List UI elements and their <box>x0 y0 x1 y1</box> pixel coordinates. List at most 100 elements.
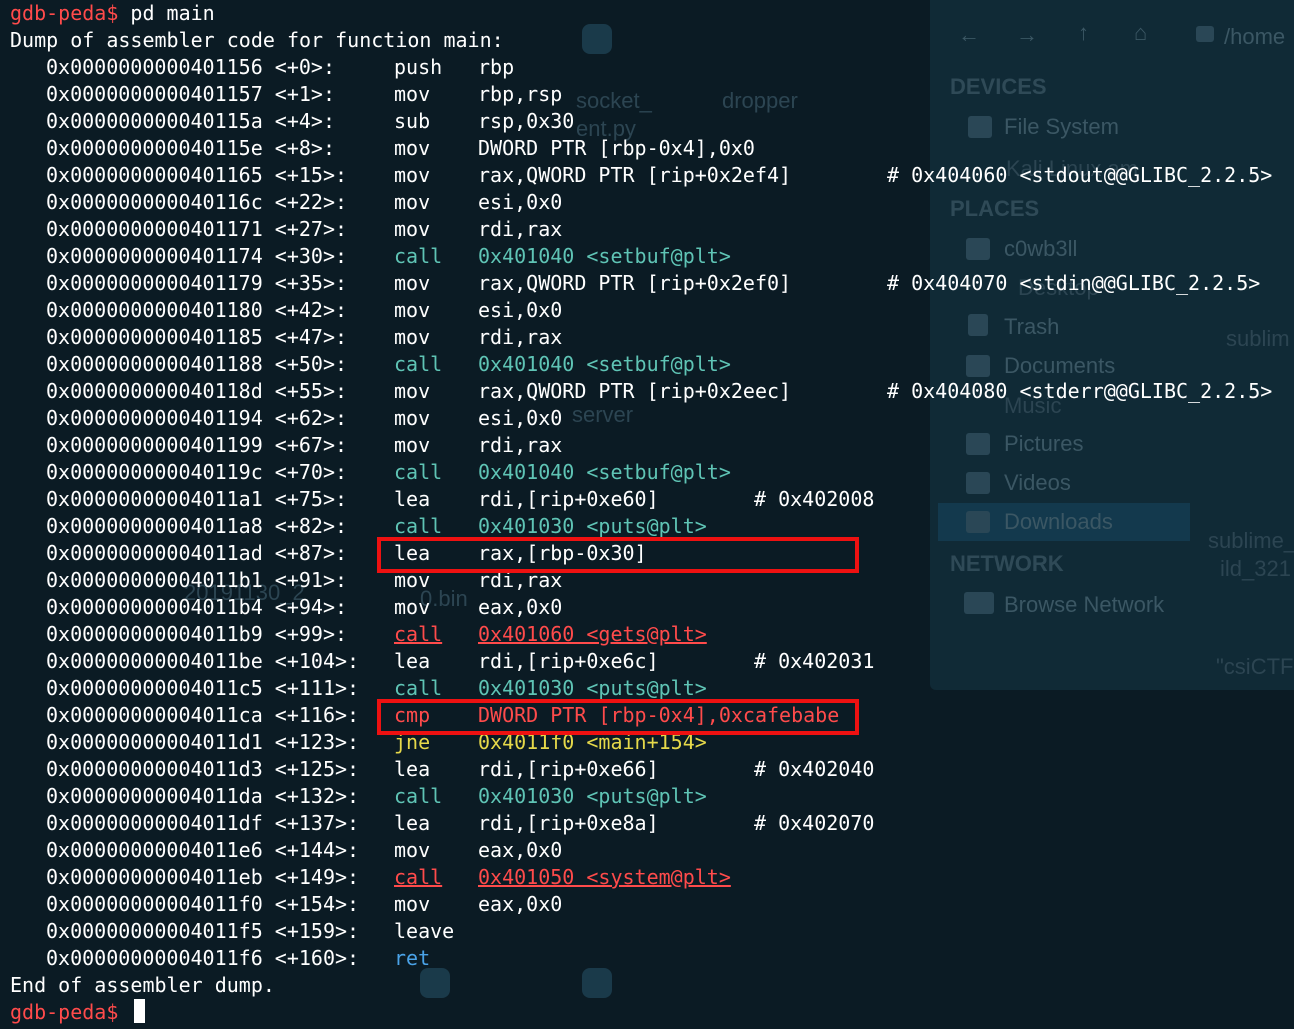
instruction-address: 0x0000000000401157 <+1>: <box>46 82 335 106</box>
instruction-opcode: push <box>394 55 443 79</box>
instruction-address: 0x0000000000401171 <+27>: <box>46 217 348 241</box>
instruction-address: 0x0000000000401194 <+62>: <box>46 406 348 430</box>
instruction-operands: rdi,[rip+0xe60] <box>478 487 659 511</box>
instruction-address: 0x000000000040116c <+22>: <box>46 190 348 214</box>
instruction-opcode: mov <box>394 433 431 457</box>
instruction-operands: rdi,rax <box>478 433 563 457</box>
instruction-address: 0x00000000004011c5 <+111>: <box>46 676 360 700</box>
instruction-address: 0x00000000004011f0 <+154>: <box>46 892 360 916</box>
instruction-opcode: call <box>394 622 443 646</box>
instruction-opcode: call <box>394 244 443 268</box>
instruction-comment: # 0x402040 <box>754 757 875 781</box>
command-line: gdb-peda$ pd main <box>10 0 215 27</box>
instruction-opcode: leave <box>394 919 455 943</box>
instruction-operands: DWORD PTR [rbp-0x4],0x0 <box>478 136 755 160</box>
instruction-operands: rdi,rax <box>478 217 563 241</box>
instruction-address: 0x00000000004011f6 <+160>: <box>46 946 360 970</box>
instruction-opcode: lea <box>394 649 431 673</box>
instruction-address: 0x0000000000401165 <+15>: <box>46 163 348 187</box>
instruction-address: 0x000000000040115e <+8>: <box>46 136 335 160</box>
instruction-address: 0x00000000004011d3 <+125>: <box>46 757 360 781</box>
instruction-address: 0x00000000004011da <+132>: <box>46 784 360 808</box>
instruction-opcode: mov <box>394 190 431 214</box>
instruction-opcode: mov <box>394 271 431 295</box>
instruction-address: 0x00000000004011be <+104>: <box>46 649 360 673</box>
active-prompt-line[interactable]: gdb-peda$ <box>10 999 146 1026</box>
instruction-address: 0x000000000040119c <+70>: <box>46 460 348 484</box>
instruction-address: 0x00000000004011f5 <+159>: <box>46 919 360 943</box>
instruction-opcode: call <box>394 865 443 889</box>
instruction-operands: 0x401040 <setbuf@plt> <box>478 460 731 484</box>
instruction-operands: 0x401040 <setbuf@plt> <box>478 352 731 376</box>
highlight-box-cmp-cafebabe <box>377 699 859 735</box>
instruction-operands: rdi,rax <box>478 325 563 349</box>
instruction-operands: rax,QWORD PTR [rip+0x2eec] <box>478 379 792 403</box>
instruction-opcode: mov <box>394 406 431 430</box>
instruction-opcode: call <box>394 676 443 700</box>
instruction-comment: # 0x402031 <box>754 649 875 673</box>
instruction-address: 0x00000000004011ca <+116>: <box>46 703 360 727</box>
instruction-opcode: mov <box>394 595 431 619</box>
instruction-address: 0x00000000004011e6 <+144>: <box>46 838 360 862</box>
instruction-operands: esi,0x0 <box>478 190 563 214</box>
instruction-opcode: lea <box>394 811 431 835</box>
prompt: gdb-peda$ <box>10 1 119 25</box>
instruction-address: 0x00000000004011a8 <+82>: <box>46 514 348 538</box>
highlight-box-lea-buffer <box>377 537 859 573</box>
instruction-address: 0x00000000004011b4 <+94>: <box>46 595 348 619</box>
instruction-operands: rdi,[rip+0xe8a] <box>478 811 659 835</box>
instruction-opcode: mov <box>394 325 431 349</box>
text-cursor <box>134 999 146 1023</box>
instruction-operands: rbp <box>478 55 515 79</box>
instruction-operands: rbp,rsp <box>478 82 563 106</box>
instruction-opcode: call <box>394 352 443 376</box>
instruction-comment: # 0x402070 <box>754 811 875 835</box>
instruction-address: 0x000000000040115a <+4>: <box>46 109 335 133</box>
instruction-operands: eax,0x0 <box>478 595 563 619</box>
instruction-address: 0x00000000004011b9 <+99>: <box>46 622 348 646</box>
instruction-opcode: mov <box>394 82 431 106</box>
instruction-operands: 0x401030 <puts@plt> <box>478 514 707 538</box>
instruction-address: 0x0000000000401188 <+50>: <box>46 352 348 376</box>
instruction-operands: 0x401040 <setbuf@plt> <box>478 244 731 268</box>
instruction-opcode: mov <box>394 217 431 241</box>
instruction-operands: rax,QWORD PTR [rip+0x2ef0] <box>478 271 792 295</box>
instruction-operands: 0x401030 <puts@plt> <box>478 676 707 700</box>
instruction-opcode: mov <box>394 163 431 187</box>
instruction-opcode: lea <box>394 487 431 511</box>
instruction-address: 0x0000000000401156 <+0>: <box>46 55 335 79</box>
instruction-operands: rdi,[rip+0xe6c] <box>478 649 659 673</box>
command-text: pd main <box>130 1 215 25</box>
instruction-operands: esi,0x0 <box>478 406 563 430</box>
instruction-operands: rsp,0x30 <box>478 109 575 133</box>
instruction-address: 0x0000000000401174 <+30>: <box>46 244 348 268</box>
instruction-address: 0x0000000000401199 <+67>: <box>46 433 348 457</box>
instruction-comment: # 0x404070 <stdin@@GLIBC_2.2.5> <box>887 271 1261 295</box>
screen: ← → ↑ ⌂ /home DEVICES File System PLACES… <box>0 0 1294 1029</box>
instruction-comment: # 0x404060 <stdout@@GLIBC_2.2.5> <box>887 163 1273 187</box>
instruction-operands: 0x401030 <puts@plt> <box>478 784 707 808</box>
instruction-address: 0x000000000040118d <+55>: <box>46 379 348 403</box>
instruction-comment: # 0x402008 <box>754 487 875 511</box>
instruction-address: 0x00000000004011ad <+87>: <box>46 541 348 565</box>
terminal[interactable]: gdb-peda$ pd main Dump of assembler code… <box>10 0 1294 1029</box>
instruction-address: 0x00000000004011eb <+149>: <box>46 865 360 889</box>
instruction-opcode: call <box>394 460 443 484</box>
instruction-opcode: mov <box>394 379 431 403</box>
instruction-opcode: lea <box>394 757 431 781</box>
instruction-address: 0x00000000004011a1 <+75>: <box>46 487 348 511</box>
instruction-address: 0x00000000004011d1 <+123>: <box>46 730 360 754</box>
instruction-address: 0x0000000000401185 <+47>: <box>46 325 348 349</box>
instruction-address: 0x00000000004011b1 <+91>: <box>46 568 348 592</box>
instruction-address: 0x0000000000401179 <+35>: <box>46 271 348 295</box>
instruction-address: 0x00000000004011df <+137>: <box>46 811 360 835</box>
instruction-opcode: ret <box>394 946 431 970</box>
instruction-operands: esi,0x0 <box>478 298 563 322</box>
instruction-opcode: call <box>394 784 443 808</box>
dump-footer: End of assembler dump. <box>10 973 275 997</box>
instruction-operands: rdi,[rip+0xe66] <box>478 757 659 781</box>
instruction-address: 0x0000000000401180 <+42>: <box>46 298 348 322</box>
instruction-operands: rax,QWORD PTR [rip+0x2ef4] <box>478 163 792 187</box>
instruction-comment: # 0x404080 <stderr@@GLIBC_2.2.5> <box>887 379 1273 403</box>
prompt: gdb-peda$ <box>10 1000 119 1024</box>
